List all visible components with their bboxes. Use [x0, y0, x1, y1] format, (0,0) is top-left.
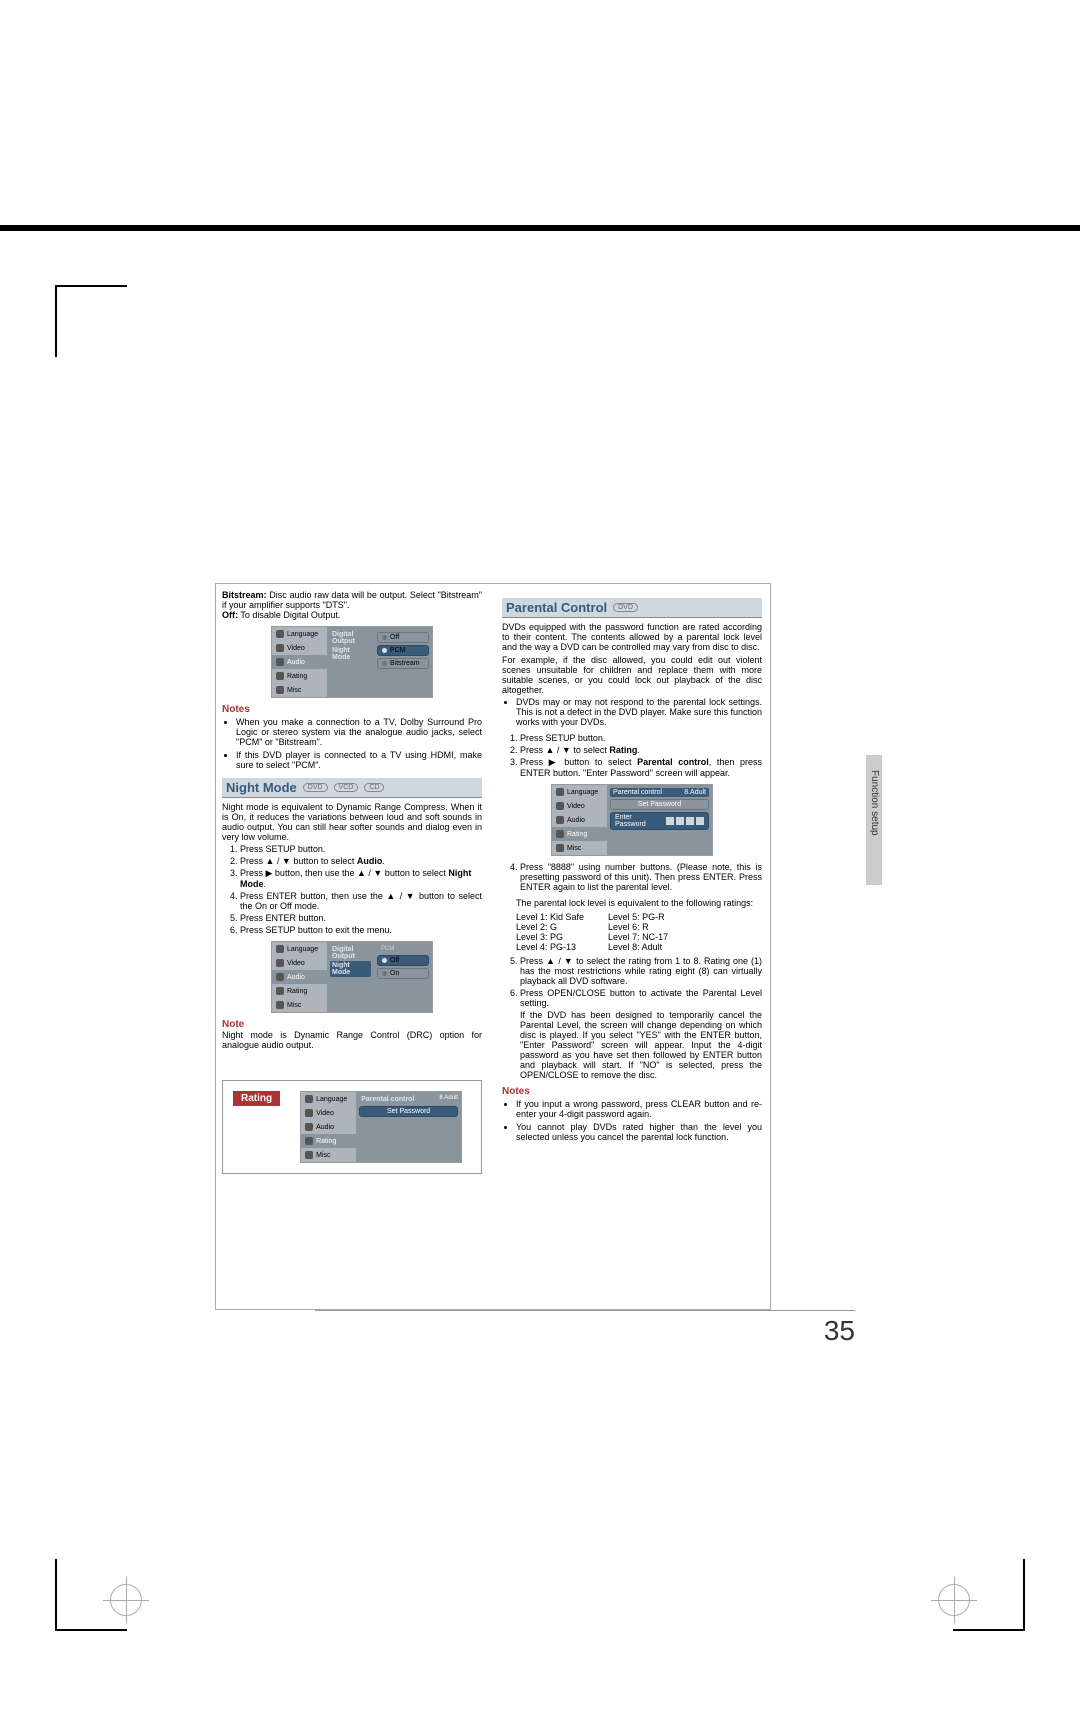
language-icon	[276, 630, 284, 638]
notes-list: When you make a connection to a TV, Dolb…	[222, 717, 482, 770]
osd-rating: Language Video Audio Rating Misc Parenta…	[300, 1091, 462, 1163]
audio-icon	[276, 658, 284, 666]
parental-heading: Parental Control DVD	[502, 598, 762, 618]
disc-pill: DVD	[303, 783, 328, 792]
disc-pill: DVD	[613, 603, 638, 612]
disc-pill: VCD	[334, 783, 359, 792]
note-heading: Note	[222, 1019, 482, 1030]
level: Level 5: PG-R	[608, 912, 668, 922]
step: Press ▲ / ▼ to select Rating.	[520, 745, 762, 755]
level: Level 6: R	[608, 922, 668, 932]
rating-tag: Rating	[233, 1091, 280, 1106]
misc-icon	[276, 686, 284, 694]
pc-steps-cont2: Press ▲ / ▼ to select the rating from 1 …	[502, 956, 762, 1080]
lvl-intro: The parental lock level is equivalent to…	[516, 898, 762, 908]
black-bar	[0, 225, 1080, 231]
register-mark	[110, 1584, 142, 1616]
video-icon	[276, 644, 284, 652]
note-item: When you make a connection to a TV, Dolb…	[236, 717, 482, 747]
level: Level 3: PG	[516, 932, 584, 942]
level: Level 4: PG-13	[516, 942, 584, 952]
level: Level 2: G	[516, 922, 584, 932]
night-steps: Press SETUP button. Press ▲ / ▼ button t…	[222, 844, 482, 935]
register-mark	[938, 1584, 970, 1616]
pc-bullets: DVDs may or may not respond to the paren…	[502, 697, 762, 727]
note-item: If this DVD player is connected to a TV …	[236, 750, 482, 770]
step: Press SETUP button to exit the menu.	[240, 925, 482, 935]
notes-list: If you input a wrong password, press CLE…	[502, 1099, 762, 1142]
step: Press SETUP button.	[520, 733, 762, 743]
step: Press OPEN/CLOSE button to activate the …	[520, 988, 762, 1080]
note-item: You cannot play DVDs rated higher than t…	[516, 1122, 762, 1142]
note-item: If you input a wrong password, press CLE…	[516, 1099, 762, 1119]
step: Press ▶ button to select Parental contro…	[520, 757, 762, 778]
side-tab-label: Function setup	[869, 770, 880, 836]
step: Press SETUP button.	[240, 844, 482, 854]
left-column: Bitstream: Bitstream: Disc audio raw dat…	[222, 590, 482, 1174]
step: Press "8888" using number buttons. (Plea…	[520, 862, 762, 892]
crop-mark	[55, 285, 127, 357]
pc-steps: Press SETUP button. Press ▲ / ▼ to selec…	[502, 733, 762, 778]
step: Press ▶ button, then use the ▲ / ▼ butto…	[240, 868, 482, 889]
right-column: Parental Control DVD DVDs equipped with …	[502, 590, 762, 1174]
night-para: Night mode is equivalent to Dynamic Rang…	[222, 802, 482, 842]
level-columns: Level 1: Kid Safe Level 2: G Level 3: PG…	[516, 912, 762, 952]
notes-heading: Notes	[222, 704, 482, 715]
pc-para: DVDs equipped with the password function…	[502, 622, 762, 652]
step: Press ENTER button.	[240, 913, 482, 923]
osd-digital-output: Language Video Audio Rating Misc Digital…	[271, 626, 433, 698]
bitstream-para: Bitstream: Bitstream: Disc audio raw dat…	[222, 590, 482, 610]
rating-box: Rating Language Video Audio Rating Misc …	[222, 1080, 482, 1174]
level: Level 8: Adult	[608, 942, 668, 952]
step: Press ▲ / ▼ to select the rating from 1 …	[520, 956, 762, 986]
pc-para: For example, if the disc allowed, you co…	[502, 655, 762, 695]
level: Level 1: Kid Safe	[516, 912, 584, 922]
night-mode-heading: Night Mode DVD VCD CD	[222, 778, 482, 798]
notes-heading: Notes	[502, 1086, 762, 1097]
step: Press ENTER button, then use the ▲ / ▼ b…	[240, 891, 482, 911]
pc-bullet: DVDs may or may not respond to the paren…	[516, 697, 762, 727]
osd-night-mode: Language Video Audio Rating Misc Digital…	[271, 941, 433, 1013]
page-number: 35	[824, 1315, 855, 1347]
off-para: Off: To disable Digital Output.	[222, 610, 482, 620]
footer-line	[315, 1310, 855, 1311]
disc-pill: CD	[364, 783, 384, 792]
level: Level 7: NC-17	[608, 932, 668, 942]
osd-password: Language Video Audio Rating Misc Parenta…	[551, 784, 713, 856]
note-bottom: Night mode is Dynamic Range Control (DRC…	[222, 1030, 482, 1050]
step: Press ▲ / ▼ button to select Audio.	[240, 856, 482, 866]
rating-icon	[276, 672, 284, 680]
pc-steps-cont: Press "8888" using number buttons. (Plea…	[502, 862, 762, 892]
